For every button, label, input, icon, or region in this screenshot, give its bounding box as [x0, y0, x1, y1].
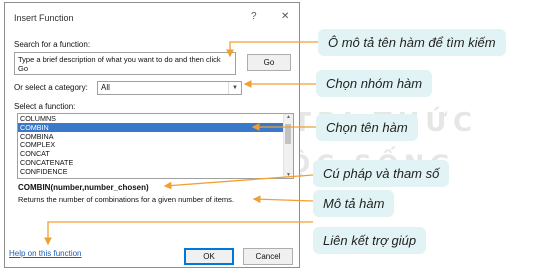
callout-syntax-text: Cú pháp và tham số: [323, 166, 440, 181]
callout-category-text: Chọn nhóm hàm: [326, 76, 423, 91]
callout-description-text: Mô tả hàm: [323, 196, 385, 211]
callout-function: Chọn tên hàm: [316, 114, 418, 141]
callout-description: Mô tả hàm: [313, 190, 395, 217]
arrow-help: [44, 221, 313, 246]
callout-syntax: Cú pháp và tham số: [313, 160, 450, 187]
callout-search-text: Ô mô tả tên hàm để tìm kiếm: [328, 35, 496, 50]
callout-search: Ô mô tả tên hàm để tìm kiếm: [318, 29, 506, 56]
callout-function-text: Chọn tên hàm: [326, 120, 408, 135]
callout-help-text: Liên kết trợ giúp: [323, 233, 417, 248]
arrow-syntax: [163, 174, 314, 190]
arrow-search: [226, 41, 318, 58]
callout-category: Chọn nhóm hàm: [316, 70, 433, 97]
arrow-description: [252, 195, 314, 204]
callout-help: Liên kết trợ giúp: [313, 227, 427, 254]
